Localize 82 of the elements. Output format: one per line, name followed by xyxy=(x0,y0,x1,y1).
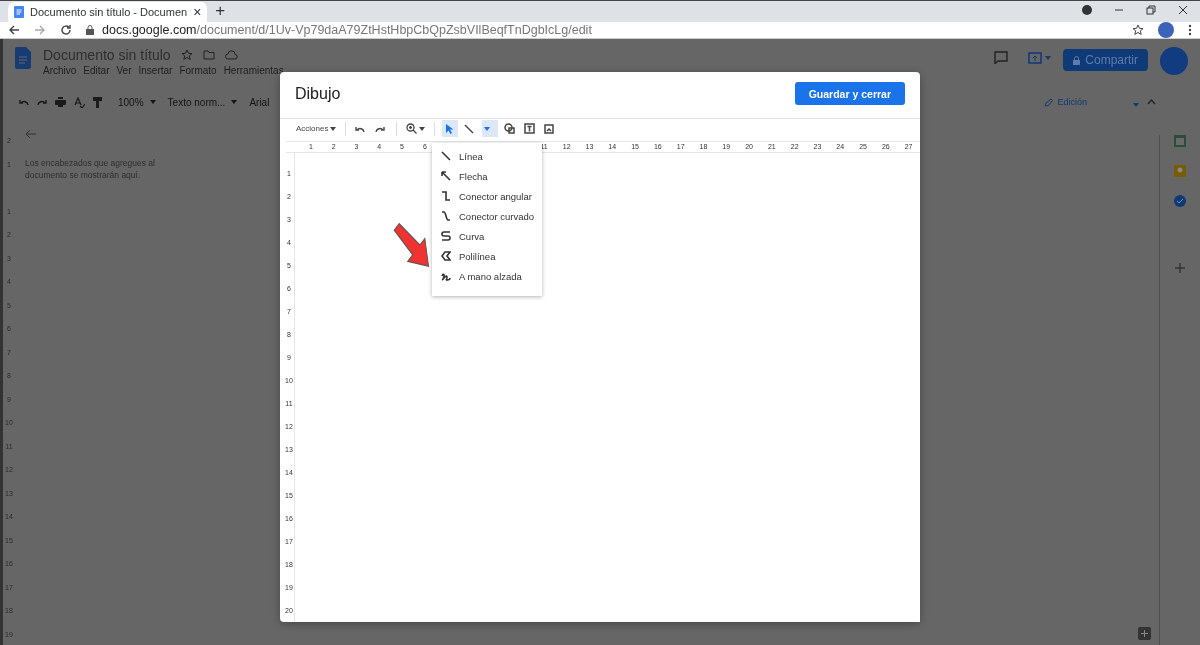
undo-icon xyxy=(355,124,366,133)
explore-icon[interactable] xyxy=(1138,627,1151,640)
docs-logo-icon[interactable] xyxy=(15,47,31,69)
close-icon[interactable] xyxy=(1178,4,1188,15)
curve-icon xyxy=(441,231,451,241)
print-icon[interactable] xyxy=(55,97,66,107)
menu-item[interactable]: Herramientas xyxy=(223,65,284,76)
zoom-icon xyxy=(406,123,418,135)
line-icon xyxy=(464,123,475,134)
menu-item[interactable]: Ver xyxy=(116,65,132,76)
menu-item[interactable]: Flecha xyxy=(432,166,542,186)
star-icon[interactable] xyxy=(180,49,193,61)
menu-item[interactable]: A mano alzada xyxy=(432,266,542,286)
zoom-select[interactable]: 100% xyxy=(118,96,156,108)
pencil-icon xyxy=(1044,97,1054,107)
close-tab-button[interactable]: × xyxy=(193,4,202,20)
caret-icon xyxy=(1133,103,1139,107)
spellcheck-icon[interactable] xyxy=(74,96,85,108)
menu-item[interactable]: Editar xyxy=(83,65,110,76)
caret-icon xyxy=(231,100,238,104)
polyline-icon xyxy=(441,251,451,261)
menu-item[interactable]: Conector curvado xyxy=(432,206,542,226)
paint-format-icon[interactable] xyxy=(93,96,102,108)
menu-item[interactable]: Insertar xyxy=(138,65,173,76)
menu-item[interactable]: Archivo xyxy=(43,65,77,76)
star-icon[interactable] xyxy=(1132,24,1144,36)
caret-icon xyxy=(419,126,426,131)
save-and-close-button[interactable]: Guardar y cerrar xyxy=(794,82,905,106)
tab-title: Documento sin título - Documen xyxy=(30,6,188,18)
comment-icon[interactable] xyxy=(994,51,1009,64)
keep-icon[interactable] xyxy=(1174,165,1186,177)
share-button[interactable]: Compartir xyxy=(1063,49,1148,71)
calendar-icon[interactable] xyxy=(1174,135,1186,147)
line-icon xyxy=(441,151,451,161)
image-icon xyxy=(544,123,555,134)
restore-icon[interactable] xyxy=(1146,4,1156,15)
arrow-icon xyxy=(441,171,451,181)
address-field[interactable]: docs.google.com/document/d/1Uv-Vp79daA79ZtHstHbpCbQpZsbVIlBeqfTnDgbIcLg/edit xyxy=(102,23,592,37)
line-type-dropdown[interactable] xyxy=(482,120,499,138)
lock-icon xyxy=(86,25,94,35)
docs-icon xyxy=(14,6,24,18)
redo-icon[interactable] xyxy=(37,98,47,106)
back-icon[interactable] xyxy=(8,24,20,36)
profile-icon[interactable] xyxy=(1082,4,1092,15)
undo-icon[interactable] xyxy=(19,98,29,106)
select-tool-button[interactable] xyxy=(442,120,459,138)
redo-icon xyxy=(375,124,386,133)
caret-icon xyxy=(149,100,156,104)
browser-tab[interactable]: Documento sin título - Documen × xyxy=(8,2,208,22)
reload-icon[interactable] xyxy=(60,24,72,36)
annotation-arrow xyxy=(393,222,431,268)
scribble-icon xyxy=(441,271,451,281)
menu-item[interactable]: Polilínea xyxy=(432,246,542,266)
collapse-icon[interactable] xyxy=(1147,99,1156,105)
caret-icon xyxy=(484,126,491,131)
font-select[interactable]: Arial xyxy=(249,96,270,108)
caret-icon xyxy=(330,126,337,131)
folder-icon[interactable] xyxy=(202,50,215,60)
new-tab-button[interactable]: + xyxy=(215,1,226,21)
curved-connector-icon xyxy=(441,211,451,221)
lock-icon xyxy=(1073,55,1081,65)
forward-icon[interactable] xyxy=(34,24,46,36)
menu-item[interactable]: Línea xyxy=(432,146,542,166)
document-title[interactable]: Documento sin título xyxy=(43,47,171,63)
elbow-connector-icon xyxy=(441,191,451,201)
tasks-icon[interactable] xyxy=(1174,195,1186,207)
add-icon[interactable] xyxy=(1175,263,1185,273)
style-select[interactable]: Texto norm... xyxy=(167,96,238,108)
menu-item[interactable]: Curva xyxy=(432,226,542,246)
text-box-icon xyxy=(524,123,536,135)
more-icon[interactable] xyxy=(1188,24,1192,36)
back-arrow-icon[interactable] xyxy=(25,129,37,139)
present-icon[interactable] xyxy=(1028,51,1043,64)
cloud-icon xyxy=(224,50,238,60)
shapes-icon xyxy=(504,123,516,135)
actions-menu[interactable]: Acciones xyxy=(294,120,339,138)
menu-item[interactable]: Formato xyxy=(179,65,217,76)
caret-icon xyxy=(1045,55,1052,60)
pointer-icon xyxy=(444,123,455,135)
dialog-title: Dibujo xyxy=(295,84,341,103)
avatar-icon[interactable] xyxy=(1158,22,1174,38)
menu-item[interactable]: Conector angular xyxy=(432,186,542,206)
